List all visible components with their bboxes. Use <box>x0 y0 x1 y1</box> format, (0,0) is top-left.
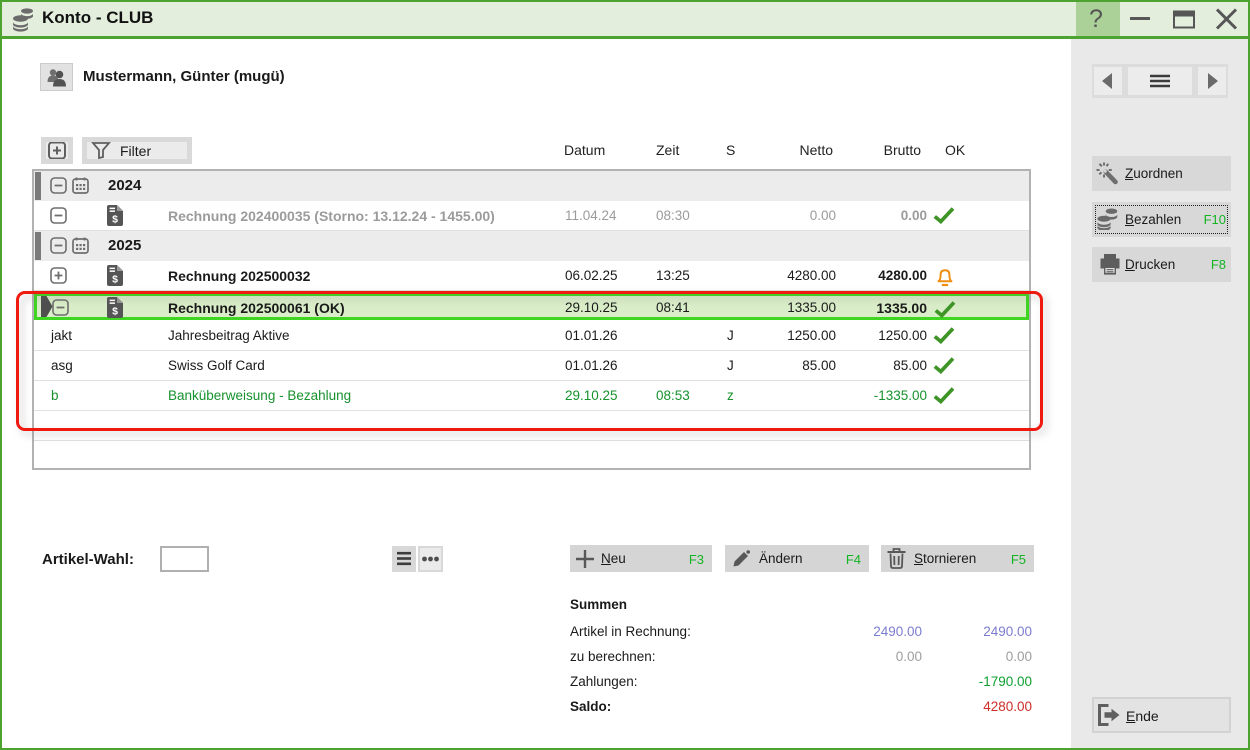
svg-text:$: $ <box>112 274 118 286</box>
svg-text:$: $ <box>112 214 118 226</box>
